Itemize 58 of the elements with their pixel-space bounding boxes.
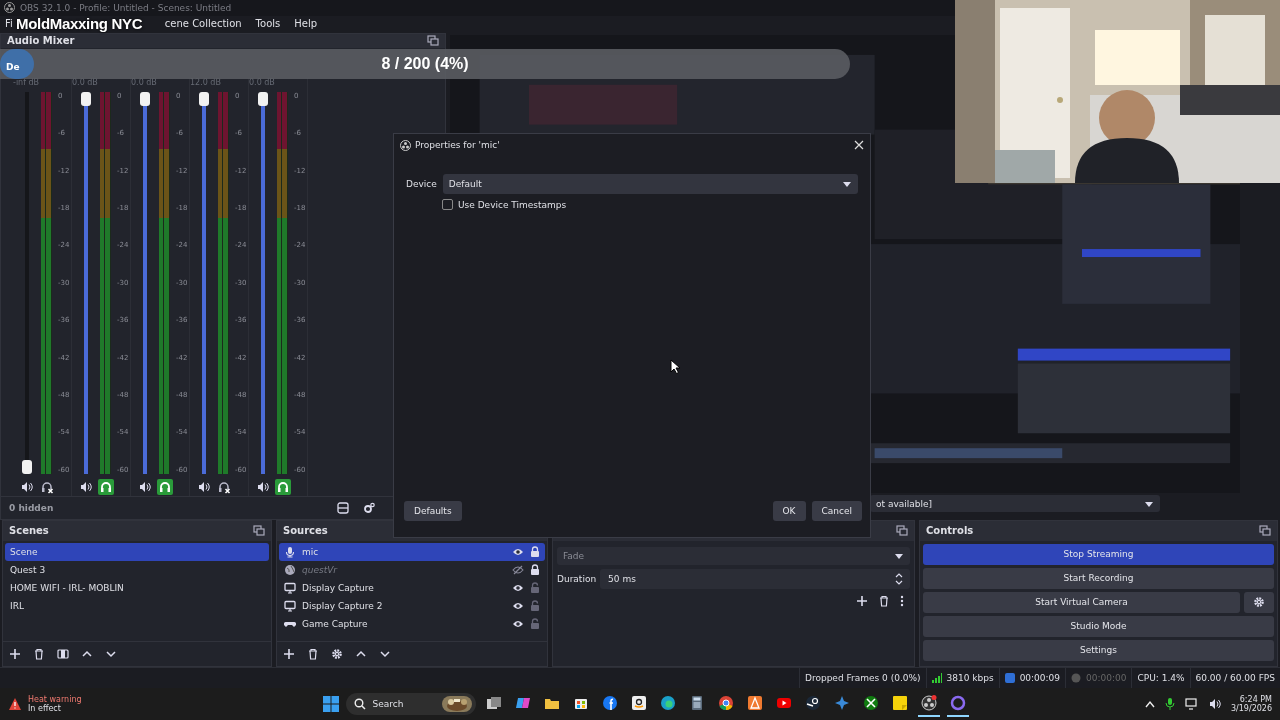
alert-subtitle: In effect (28, 704, 61, 714)
volume-reading: -inf dB (13, 77, 41, 89)
source-name: Display Capture 2 (302, 600, 384, 611)
dock-title: Controls (926, 525, 974, 537)
menu-item[interactable]: Fi (5, 18, 13, 30)
control-button[interactable]: Studio Mode (923, 615, 1274, 637)
dock-title: Sources (283, 525, 328, 537)
progress-label: 8 / 200 (4%) (381, 55, 469, 73)
scene-item[interactable]: Scene (5, 542, 269, 561)
scene-item[interactable]: HOME WIFI - IRL- MOBLIN (5, 578, 269, 597)
source-label: De (6, 61, 20, 74)
clock[interactable]: 6:24 PM 3/19/2026 (1230, 695, 1272, 714)
bitrate: 3810 kbps (946, 673, 994, 684)
source-name: Game Capture (302, 618, 369, 629)
source-name: Display Capture (302, 582, 375, 593)
fps: 60.00 / 60.00 FPS (1195, 673, 1275, 684)
dock-title: Audio Mixer (7, 35, 75, 47)
cancel-button[interactable]: Cancel (811, 501, 862, 521)
duration-label: Duration (557, 573, 597, 584)
control-button[interactable]: Start Recording (923, 567, 1274, 589)
source-name: mic (302, 546, 320, 557)
control-button[interactable]: Stop Streaming (923, 543, 1274, 565)
source-item[interactable]: Display Capture 2 (279, 596, 545, 615)
menu-item[interactable]: Help (294, 18, 318, 30)
volume-reading: 12.0 dB (190, 77, 222, 89)
transition-dropdown[interactable]: Fade (557, 546, 910, 565)
volume-reading: 0.0 dB (131, 77, 158, 89)
volume-reading: 0.0 dB (72, 77, 99, 89)
checkbox-label[interactable]: Use Device Timestamps (458, 199, 567, 210)
stream-title: MoldMaxxing NYC (16, 15, 143, 32)
device-dropdown[interactable]: Default (442, 174, 858, 194)
hidden-count: 0 hidden (9, 502, 54, 513)
defaults-button[interactable]: Defaults (404, 501, 462, 521)
dropped-frames: Dropped Frames 0 (0.0%) (805, 673, 921, 684)
device-dropdown[interactable]: ot available] (870, 495, 1160, 513)
ok-button[interactable]: OK (772, 501, 806, 521)
dock-title: Scenes (9, 525, 49, 537)
field-label: Device (406, 179, 437, 189)
dialog-title: Properties for 'mic' (415, 140, 501, 150)
source-item[interactable]: Display Capture (279, 578, 545, 597)
menu-item[interactable]: Tools (255, 18, 281, 30)
menu-item[interactable]: cene Collection (164, 18, 242, 30)
duration-field[interactable]: 50 ms (600, 568, 910, 589)
window-title: OBS 32.1.0 - Profile: Untitled - Scenes: Untitled (20, 2, 232, 13)
control-button[interactable]: Start Virtual Camera (923, 591, 1240, 613)
alert-title: Heat warning (28, 695, 82, 705)
control-button[interactable]: Settings (923, 639, 1274, 661)
search-field[interactable]: Search (346, 693, 477, 716)
scene-item[interactable]: IRL (5, 596, 269, 615)
scene-item[interactable]: Quest 3 (5, 560, 269, 579)
stream-time: 00:00:09 (1019, 673, 1061, 684)
volume-reading: 0.0 dB (249, 77, 276, 89)
source-item[interactable]: questVr (279, 560, 545, 579)
source-item[interactable]: mic (279, 542, 545, 561)
source-item[interactable]: Game Capture (279, 614, 545, 633)
cpu-usage: CPU: 1.4% (1137, 673, 1185, 684)
source-name: questVr (302, 564, 339, 575)
record-time: 00:00:00 (1086, 673, 1127, 684)
